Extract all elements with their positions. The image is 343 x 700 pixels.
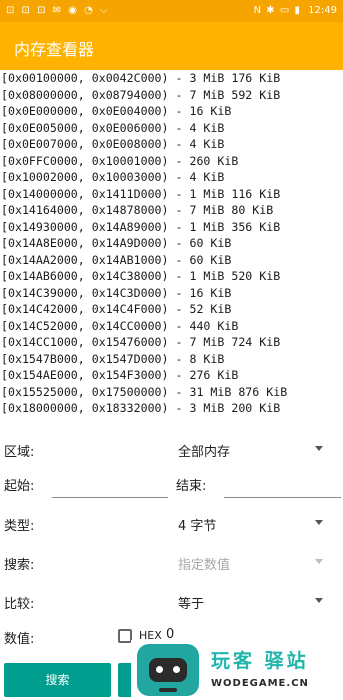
region-row: 区域: 全部内存: [0, 434, 343, 464]
watermark-text: 玩客 驿站: [211, 650, 309, 672]
region-row[interactable]: [0x14000000, 0x1411D000) - 1 MiB 116 KiB: [0, 186, 343, 203]
region-row[interactable]: [0x10002000, 0x10003000) - 4 KiB: [0, 169, 343, 186]
search-button[interactable]: 搜索: [4, 663, 111, 697]
memory-region-list[interactable]: [0x00100000, 0x0042C000) - 3 MiB 176 KiB…: [0, 70, 343, 432]
region-row[interactable]: [0x14C39000, 0x14C3D000) - 16 KiB: [0, 285, 343, 302]
type-row: 类型: 4 字节: [0, 508, 343, 538]
region-row[interactable]: [0x0E005000, 0x0E006000) - 4 KiB: [0, 120, 343, 137]
region-row[interactable]: [0x15525000, 0x17500000) - 31 MiB 876 Ki…: [0, 384, 343, 401]
search-label: 搜索:: [4, 558, 35, 573]
status-notification-icons: ⊡ ⊡ ⊡ ✉ ◉ ◔ ⌵: [6, 5, 110, 16]
arrow-drop-down-icon[interactable]: [315, 520, 323, 525]
region-row[interactable]: [0x154AE000, 0x154F3000) - 276 KiB: [0, 367, 343, 384]
region-label: 区域:: [4, 445, 35, 460]
robot-face: [149, 658, 187, 682]
range-row: 起始: 结束:: [0, 468, 343, 498]
region-row[interactable]: [0x14AA2000, 0x14AB1000) - 60 KiB: [0, 252, 343, 269]
region-row[interactable]: [0x1547B000, 0x1547D000) - 8 KiB: [0, 351, 343, 368]
page-title: 内存查看器: [14, 40, 95, 59]
app-bar: 内存查看器: [0, 22, 343, 70]
region-row[interactable]: [0x0E007000, 0x0E008000) - 4 KiB: [0, 136, 343, 153]
robot-stand: [159, 688, 177, 692]
start-label: 起始:: [4, 479, 35, 494]
region-row[interactable]: [0x14930000, 0x14A89000) - 1 MiB 356 KiB: [0, 219, 343, 236]
watermark-domain: WODEGAME.CN: [211, 678, 309, 689]
search-row: 搜索: 指定数值: [0, 547, 343, 577]
robot-eye: [156, 666, 163, 673]
region-row[interactable]: [0x14CC1000, 0x15476000) - 7 MiB 724 KiB: [0, 334, 343, 351]
region-row[interactable]: [0x14C42000, 0x14C4F000) - 52 KiB: [0, 301, 343, 318]
region-row[interactable]: [0x18000000, 0x18332000) - 3 MiB 200 KiB: [0, 400, 343, 417]
region-row[interactable]: [0x08000000, 0x08794000) - 7 MiB 592 KiB: [0, 87, 343, 104]
region-row[interactable]: [0x14AB6000, 0x14C38000) - 1 MiB 520 KiB: [0, 268, 343, 285]
hex-checkbox[interactable]: [118, 629, 132, 643]
type-label: 类型:: [4, 519, 35, 534]
compare-select[interactable]: 等于: [178, 593, 204, 612]
value-label: 数值:: [4, 632, 35, 647]
region-row[interactable]: [0x0E000000, 0x0E004000) - 16 KiB: [0, 103, 343, 120]
search-mode-select: 指定数值: [178, 558, 231, 573]
start-address-input[interactable]: [52, 470, 168, 498]
region-row[interactable]: [0x0FFC0000, 0x10001000) - 260 KiB: [0, 153, 343, 170]
status-bar: ⊡ ⊡ ⊡ ✉ ◉ ◔ ⌵ N ✱ ▭ ▮ 12:49: [0, 0, 343, 22]
region-select[interactable]: 全部内存: [178, 441, 230, 460]
region-row[interactable]: [0x14164000, 0x14878000) - 7 MiB 80 KiB: [0, 202, 343, 219]
status-right-icons: N ✱ ▭ ▮: [253, 5, 301, 16]
compare-row: 比较: 等于: [0, 586, 343, 616]
arrow-drop-down-icon: [315, 559, 323, 564]
compare-label: 比较:: [4, 597, 35, 612]
region-row[interactable]: [0x14C52000, 0x14CC0000) - 440 KiB: [0, 318, 343, 335]
robot-logo-icon: [137, 644, 199, 696]
region-row[interactable]: [0x00100000, 0x0042C000) - 3 MiB 176 KiB: [0, 70, 343, 87]
status-time: 12:49: [308, 5, 337, 16]
arrow-drop-down-icon[interactable]: [315, 598, 323, 603]
type-select[interactable]: 4 字节: [178, 515, 216, 534]
robot-eye: [173, 666, 180, 673]
end-address-input[interactable]: [224, 470, 341, 498]
arrow-drop-down-icon[interactable]: [315, 446, 323, 451]
status-system-icons: N ✱ ▭ ▮ 12:49: [254, 5, 337, 16]
watermark: 玩客 驿站 WODEGAME.CN: [131, 640, 343, 700]
end-label: 结束:: [176, 479, 207, 494]
region-row[interactable]: [0x14A8E000, 0x14A9D000) - 60 KiB: [0, 235, 343, 252]
